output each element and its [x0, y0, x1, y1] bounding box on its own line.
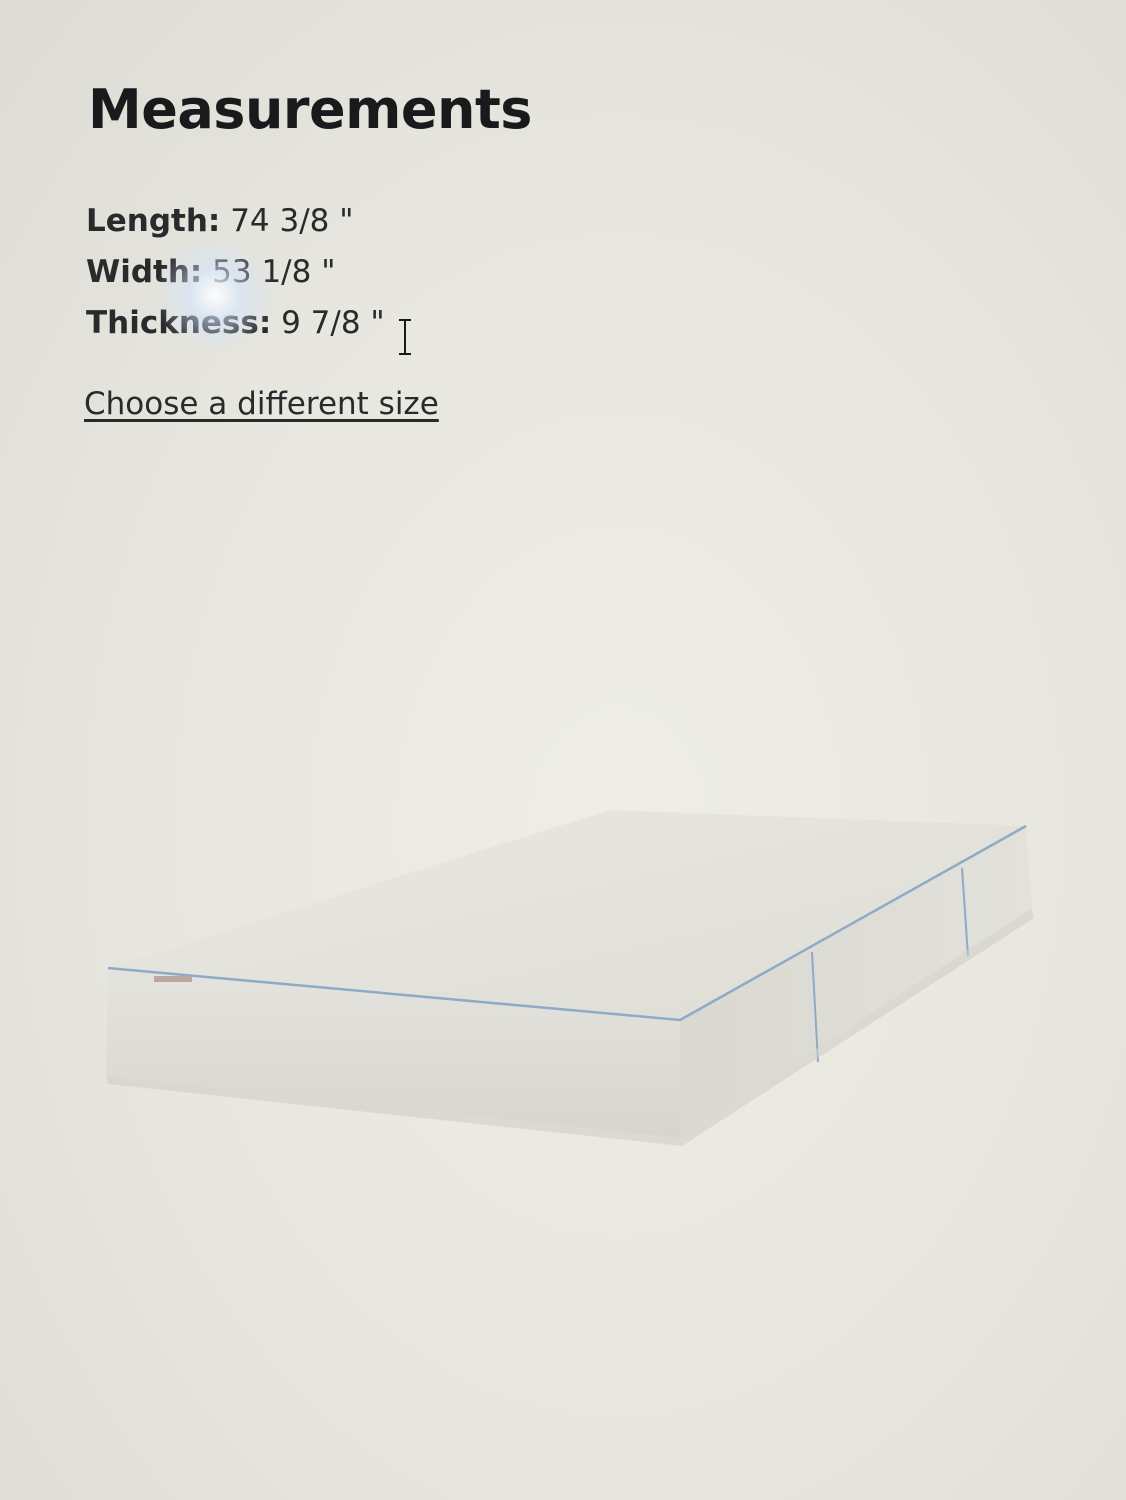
measurement-label: Length:	[86, 203, 221, 239]
measurements-list: Length: 74 3/8 " Width: 53 1/8 " Thickne…	[86, 196, 385, 349]
measurements-panel: Measurements Length: 74 3/8 " Width: 53 …	[0, 0, 1126, 1500]
close-icon	[1042, 0, 1086, 18]
close-button[interactable]	[1042, 0, 1086, 18]
measurement-width: Width: 53 1/8 "	[86, 247, 385, 298]
measurement-label: Thickness:	[86, 305, 272, 341]
mattress-tag	[154, 976, 192, 982]
text-cursor-icon	[399, 319, 411, 355]
measurement-length: Length: 74 3/8 "	[86, 196, 385, 247]
measurement-value: 53 1/8 "	[212, 254, 336, 290]
measurement-thickness: Thickness: 9 7/8 "	[86, 298, 385, 349]
measurement-label: Width:	[86, 254, 203, 290]
choose-size-link[interactable]: Choose a different size	[84, 386, 439, 422]
mattress-image	[106, 810, 1034, 1146]
page-title: Measurements	[88, 78, 532, 141]
measurement-value: 74 3/8 "	[230, 203, 354, 239]
measurement-value: 9 7/8 "	[281, 305, 385, 341]
